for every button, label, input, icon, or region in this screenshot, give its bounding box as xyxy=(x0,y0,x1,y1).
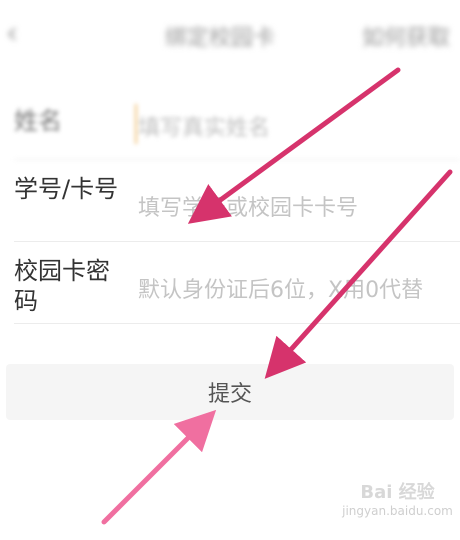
watermark-brand: Bai 经验 xyxy=(360,482,435,503)
annotation-arrow xyxy=(187,67,401,224)
annotation-arrow xyxy=(101,409,217,525)
baidu-watermark: Bai 经验 jingyan.baidu.com xyxy=(340,478,455,534)
annotation-arrow xyxy=(264,169,453,379)
annotation-arrows xyxy=(101,67,453,525)
watermark-url: jingyan.baidu.com xyxy=(342,504,453,518)
